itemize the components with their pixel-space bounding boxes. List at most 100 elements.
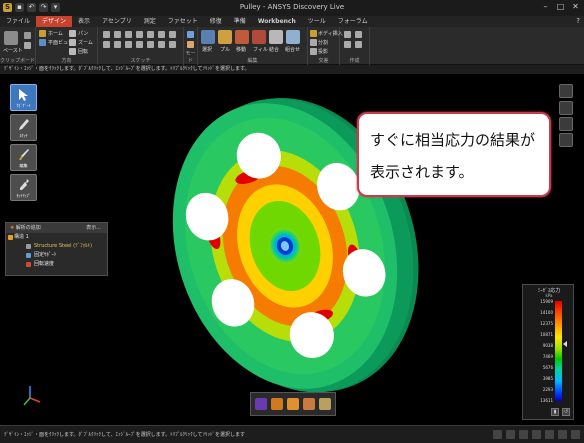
fill-label[interactable]: フィル bbox=[253, 46, 268, 53]
rotate-label[interactable]: 回転 bbox=[78, 48, 88, 55]
mirror-tool-icon[interactable] bbox=[158, 41, 165, 48]
tab-facet[interactable]: ファセット bbox=[162, 16, 204, 27]
tab-workbench[interactable]: Workbench bbox=[252, 16, 302, 27]
plane-create-icon[interactable] bbox=[344, 31, 351, 38]
minimize-icon[interactable]: – bbox=[541, 2, 550, 11]
ribbon-group-sketch: スケッチ bbox=[98, 27, 184, 65]
view-cube-icon[interactable] bbox=[559, 84, 573, 98]
tab-repair[interactable]: 修復 bbox=[204, 16, 228, 27]
paste-icon[interactable] bbox=[4, 31, 18, 45]
legend-pointer-icon[interactable] bbox=[563, 341, 567, 347]
home-label[interactable]: ホーム bbox=[48, 30, 63, 37]
simulation-controls bbox=[250, 392, 336, 416]
split-icon[interactable] bbox=[310, 39, 317, 46]
ribbon-group-intersect: ボディ挿入 分割 投影 交差 bbox=[308, 27, 343, 65]
axis-create-icon[interactable] bbox=[355, 31, 362, 38]
maximize-icon[interactable]: □ bbox=[556, 2, 565, 11]
shell-create-icon[interactable] bbox=[355, 41, 362, 48]
close-icon[interactable]: ✕ bbox=[571, 2, 580, 11]
select-label[interactable]: 選択 bbox=[202, 46, 212, 53]
results-display-icon[interactable] bbox=[559, 101, 573, 115]
tab-design[interactable]: デザイン bbox=[36, 16, 73, 27]
trim-tool-icon[interactable] bbox=[136, 41, 143, 48]
combine-icon[interactable] bbox=[269, 30, 283, 44]
tab-assembly[interactable]: アセンブリ bbox=[96, 16, 138, 27]
legend-reset-icon[interactable]: ↺ bbox=[562, 408, 570, 416]
home-icon[interactable] bbox=[39, 30, 46, 37]
select-icon[interactable] bbox=[201, 30, 215, 44]
legend-tick: 10871 bbox=[540, 332, 553, 337]
help-icon[interactable]: ? bbox=[576, 17, 580, 25]
insert-body-icon[interactable] bbox=[310, 30, 317, 37]
plane-view-icon[interactable] bbox=[39, 39, 46, 46]
select-mode-icon[interactable] bbox=[493, 430, 502, 439]
ellipse-tool-icon[interactable] bbox=[147, 31, 154, 38]
zoom-fit-icon[interactable] bbox=[532, 430, 541, 439]
polygon-tool-icon[interactable] bbox=[158, 31, 165, 38]
move-label[interactable]: 移動 bbox=[236, 46, 246, 53]
pan-label[interactable]: パン bbox=[78, 30, 88, 37]
zoom-icon[interactable] bbox=[69, 39, 76, 46]
move-icon[interactable] bbox=[235, 30, 249, 44]
tangent-line-icon[interactable] bbox=[114, 31, 121, 38]
legend-unit: kPa bbox=[545, 293, 553, 298]
filter-icon[interactable] bbox=[506, 430, 515, 439]
axis-triad bbox=[23, 386, 41, 406]
rectangle-tool-icon[interactable] bbox=[125, 31, 132, 38]
settings-gear-icon[interactable] bbox=[559, 133, 573, 147]
project-label[interactable]: 投影 bbox=[318, 48, 328, 55]
rotate-view-icon[interactable] bbox=[271, 398, 283, 410]
cut-icon[interactable] bbox=[24, 32, 31, 39]
combine-label[interactable]: 結合 bbox=[269, 46, 279, 53]
3d-viewport[interactable]: ﾅﾋﾞｹﾞｰﾄ ｽｹｯﾁ 編集 ｾｯﾄｱｯﾌﾟ ✚ 解析の追加 表示... 構造… bbox=[0, 74, 584, 425]
menu-tabs: ファイル デザイン 表示 アセンブリ 測定 ファセット 修復 準備 Workbe… bbox=[0, 16, 584, 27]
bend-tool-icon[interactable] bbox=[169, 41, 176, 48]
merge-icon[interactable] bbox=[286, 30, 300, 44]
circle-tool-icon[interactable] bbox=[136, 31, 143, 38]
tab-measure[interactable]: 測定 bbox=[138, 16, 162, 27]
ribbon-group-label: モード bbox=[185, 51, 196, 64]
origin-create-icon[interactable] bbox=[344, 41, 351, 48]
line-tool-icon[interactable] bbox=[103, 31, 110, 38]
ribbon-group-create: 作成 bbox=[340, 27, 370, 65]
tab-prepare[interactable]: 準備 bbox=[228, 16, 252, 27]
ribbon-group-label: スケッチ bbox=[130, 58, 151, 64]
zoom-label[interactable]: ズーム bbox=[78, 39, 93, 46]
section-mode-icon[interactable] bbox=[187, 41, 194, 48]
chart-icon[interactable] bbox=[319, 398, 331, 410]
insert-body-label[interactable]: ボディ挿入 bbox=[318, 30, 343, 37]
tab-file[interactable]: ファイル bbox=[0, 16, 36, 27]
grid-icon[interactable] bbox=[559, 117, 573, 131]
pull-icon[interactable] bbox=[218, 30, 232, 44]
spline-tool-icon[interactable] bbox=[169, 31, 176, 38]
orientation-icon[interactable] bbox=[571, 430, 580, 439]
fillet-tool-icon[interactable] bbox=[147, 41, 154, 48]
arc-tool-icon[interactable] bbox=[103, 41, 110, 48]
pan-icon[interactable] bbox=[69, 30, 76, 37]
pull-label[interactable]: プル bbox=[220, 46, 230, 53]
split-label[interactable]: 分割 bbox=[318, 39, 328, 46]
offset-tool-icon[interactable] bbox=[125, 41, 132, 48]
zoom-in-icon[interactable] bbox=[545, 430, 554, 439]
legend-tick: 14100 bbox=[540, 310, 553, 315]
sketch-mode-icon[interactable] bbox=[187, 31, 194, 38]
status-text: ﾃﾞｻﾞｲﾝ・ｴｯｼﾞ・面をｸﾘｯｸします。ﾀﾞﾌﾞﾙｸﾘｯｸして、ｴｯｼﾞﾙｰ… bbox=[4, 432, 245, 438]
legend-tick: 13611 bbox=[540, 398, 553, 403]
tab-tools[interactable]: ツール bbox=[302, 16, 332, 27]
tab-forum[interactable]: フォーラム bbox=[332, 16, 374, 27]
view-icon[interactable] bbox=[519, 430, 528, 439]
tab-display[interactable]: 表示 bbox=[72, 16, 96, 27]
paste-label: ペースト bbox=[3, 48, 23, 54]
legend-colorscale-icon[interactable]: ▮ bbox=[551, 408, 559, 416]
merge-label[interactable]: 組合せ bbox=[285, 46, 300, 53]
probe-icon[interactable] bbox=[303, 398, 315, 410]
project-icon[interactable] bbox=[310, 48, 317, 55]
fidelity-icon[interactable] bbox=[287, 398, 299, 410]
pause-icon[interactable] bbox=[255, 398, 267, 410]
rotate-icon[interactable] bbox=[69, 48, 76, 55]
copy-icon[interactable] bbox=[24, 42, 31, 49]
display-mode-icon[interactable] bbox=[558, 430, 567, 439]
point-tool-icon[interactable] bbox=[114, 41, 121, 48]
fill-icon[interactable] bbox=[252, 30, 266, 44]
legend-tick: 3985 bbox=[542, 376, 553, 381]
